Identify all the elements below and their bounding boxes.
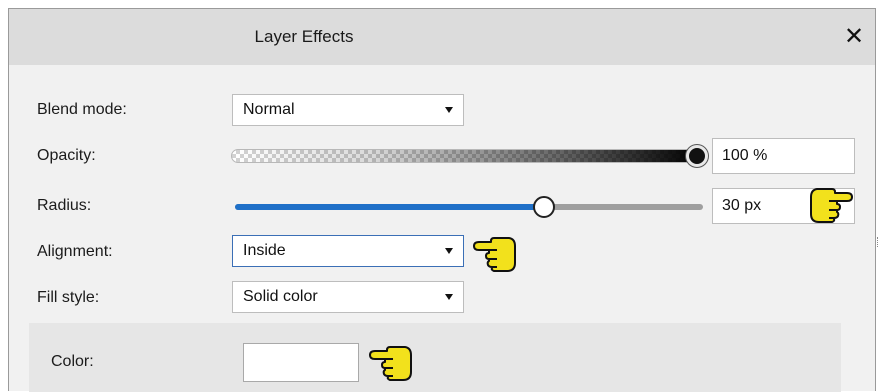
dialog-title: Layer Effects bbox=[254, 27, 354, 46]
color-swatch[interactable] bbox=[243, 343, 359, 382]
pointing-hand-icon bbox=[810, 188, 853, 223]
chevron-down-icon bbox=[445, 248, 453, 254]
pointing-hand-icon bbox=[473, 237, 516, 272]
fill-style-label: Fill style: bbox=[37, 289, 100, 306]
blend-mode-select[interactable]: Normal bbox=[232, 94, 464, 126]
chevron-down-icon bbox=[445, 294, 453, 300]
opacity-slider-handle[interactable] bbox=[686, 145, 708, 167]
alignment-value: Inside bbox=[243, 242, 286, 259]
alignment-select[interactable]: Inside bbox=[232, 235, 464, 267]
alignment-label: Alignment: bbox=[37, 243, 113, 260]
color-label: Color: bbox=[51, 353, 94, 370]
opacity-input[interactable]: 100 % bbox=[712, 138, 855, 174]
radius-slider-handle[interactable] bbox=[532, 196, 555, 218]
opacity-label: Opacity: bbox=[37, 147, 96, 164]
blend-mode-label: Blend mode: bbox=[37, 101, 127, 118]
resize-grip[interactable] bbox=[877, 237, 880, 247]
fill-style-select[interactable]: Solid color bbox=[232, 281, 464, 313]
opacity-slider-track[interactable] bbox=[231, 149, 701, 163]
title-bar[interactable]: Layer Effects ✕ bbox=[9, 9, 875, 65]
layer-effects-dialog: Layer Effects ✕ Blend mode: Normal Opaci… bbox=[8, 8, 878, 392]
close-icon[interactable]: ✕ bbox=[839, 22, 869, 52]
fill-style-value: Solid color bbox=[243, 288, 318, 305]
pointing-hand-icon bbox=[369, 346, 412, 381]
color-panel bbox=[29, 323, 841, 392]
radius-slider-fill bbox=[235, 204, 544, 210]
chevron-down-icon bbox=[445, 107, 453, 113]
blend-mode-value: Normal bbox=[243, 101, 295, 118]
radius-label: Radius: bbox=[37, 197, 92, 214]
